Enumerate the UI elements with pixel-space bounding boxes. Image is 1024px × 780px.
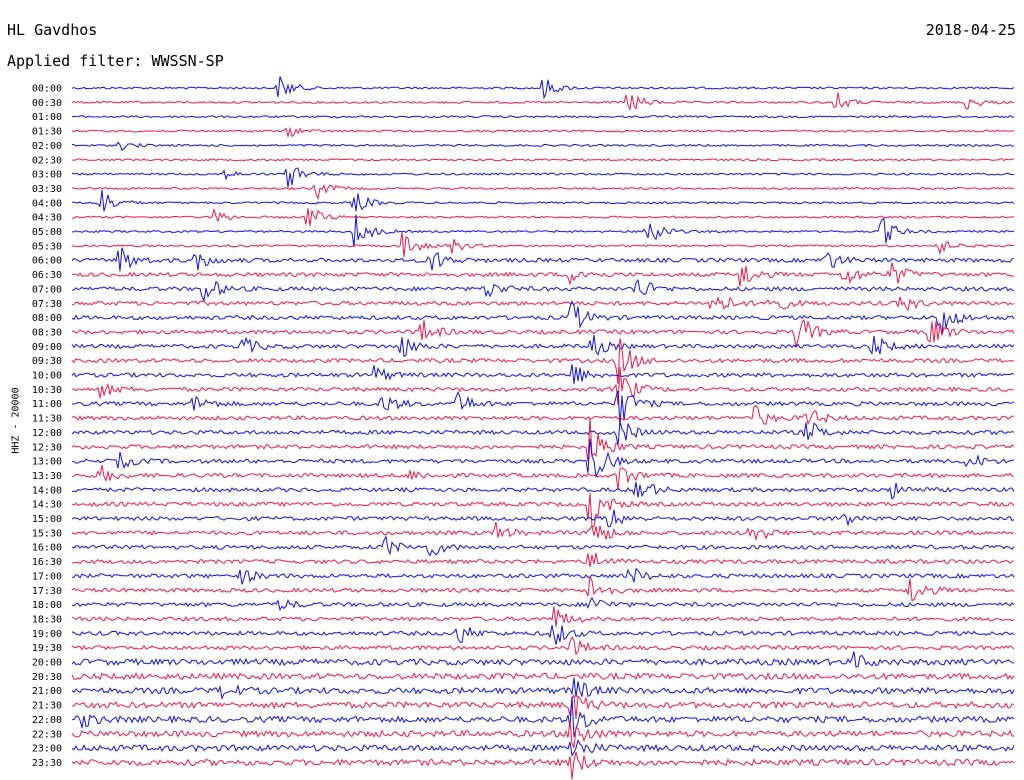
trace-line: [71, 296, 1015, 312]
trace-line: [71, 465, 1015, 490]
row-time-label: 19:30: [32, 643, 62, 654]
trace-line: [71, 438, 1015, 479]
row-time-label: 05:00: [32, 227, 62, 238]
trace-line: [71, 262, 1015, 287]
trace-line: [72, 214, 1015, 248]
trace-line: [71, 721, 1015, 749]
row-time-label: 17:00: [32, 571, 62, 582]
row-time-label: 04:30: [32, 213, 62, 224]
trace-line: [71, 552, 1015, 567]
row-time-label: 18:00: [32, 600, 62, 611]
trace-line: [71, 92, 1015, 112]
helicorder-plot: 00:00 00:30 01:00 01:30 02:00 02:30 03:00 03:30…: [32, 76, 1015, 780]
row-time-label: 21:30: [32, 701, 62, 712]
trace-line: [71, 115, 1015, 119]
trace-line: [71, 417, 1015, 462]
trace-line: [71, 696, 1015, 738]
trace-line: [71, 677, 1015, 701]
row-time-label: 13:30: [32, 471, 62, 482]
row-time-label: 22:30: [32, 729, 62, 740]
row-time-label: 05:30: [32, 241, 62, 252]
trace-line: [71, 606, 1015, 627]
row-time-label: 04:00: [32, 198, 62, 209]
row-time-label: 08:30: [32, 327, 62, 338]
row-time-label: 01:00: [32, 112, 62, 123]
trace-line: [71, 739, 1015, 757]
row-time-label: 07:00: [32, 284, 62, 295]
trace-line: [71, 509, 1015, 528]
trace-line: [71, 334, 1015, 358]
row-time-label: 20:00: [32, 658, 62, 669]
row-time-label: 14:30: [32, 500, 62, 511]
row-time-label: 12:00: [32, 428, 62, 439]
trace-line: [71, 751, 1015, 780]
row-time-label: 10:30: [32, 385, 62, 396]
row-time-label: 01:30: [32, 127, 62, 138]
trace-line: [71, 651, 1015, 668]
row-time-label: 15:00: [32, 514, 62, 525]
trace-line: [71, 521, 1015, 542]
trace-line: [71, 184, 1015, 201]
row-time-label: 14:00: [32, 485, 62, 496]
row-time-label: 06:30: [32, 270, 62, 281]
trace-line: [71, 158, 1015, 162]
row-time-label: 21:00: [32, 686, 62, 697]
trace-line: [71, 575, 1015, 602]
trace-line: [71, 232, 1015, 258]
row-time-label: 20:30: [32, 672, 62, 683]
trace-line: [71, 625, 1015, 645]
row-time-label: 07:30: [32, 299, 62, 310]
trace-line: [71, 299, 1015, 334]
row-time-label: 23:30: [32, 758, 62, 769]
row-time-label: 15:30: [32, 528, 62, 539]
row-time-label: 16:00: [32, 543, 62, 554]
trace-line: [71, 247, 1015, 272]
row-time-label: 08:00: [32, 313, 62, 324]
trace-line: [71, 596, 1015, 612]
row-time-label: 02:00: [32, 141, 62, 152]
trace-line: [71, 390, 1015, 426]
row-time-label: 10:00: [32, 371, 62, 382]
row-time-label: 03:00: [32, 170, 62, 181]
trace-line: [71, 671, 1015, 681]
row-time-label: 16:30: [32, 557, 62, 568]
row-time-label: 09:00: [32, 342, 62, 353]
trace-line: [71, 481, 1015, 501]
row-time-label: 19:00: [32, 629, 62, 640]
row-time-label: 23:00: [32, 744, 62, 755]
trace-line: [71, 421, 1015, 446]
trace-line: [71, 126, 1015, 139]
row-time-label: 13:00: [32, 457, 62, 468]
trace-line: [71, 189, 1015, 212]
row-time-label: 18:30: [32, 614, 62, 625]
trace-line: [72, 207, 1014, 227]
row-time-label: 00:00: [32, 84, 62, 95]
trace-line: [71, 535, 1015, 557]
trace-line: [72, 141, 1015, 152]
row-time-label: 09:30: [32, 356, 62, 367]
row-time-label: 06:00: [32, 256, 62, 267]
trace-line: [71, 694, 1015, 719]
trace-line: [71, 76, 1015, 100]
trace-line: [71, 636, 1015, 656]
trace-line: [71, 167, 1015, 188]
row-time-label: 17:30: [32, 586, 62, 597]
trace-line: [71, 493, 1015, 528]
row-time-label: 02:30: [32, 155, 62, 166]
trace-line: [71, 364, 1015, 384]
row-time-label: 00:30: [32, 98, 62, 109]
row-time-label: 11:00: [32, 399, 62, 410]
row-time-label: 11:30: [32, 414, 62, 425]
trace-line: [71, 279, 1015, 303]
row-time-label: 12:30: [32, 442, 62, 453]
trace-line: [71, 567, 1015, 585]
row-time-label: 22:00: [32, 715, 62, 726]
row-time-label: 03:30: [32, 184, 62, 195]
trace-line: [71, 366, 1015, 405]
trace-line: [71, 404, 1015, 426]
